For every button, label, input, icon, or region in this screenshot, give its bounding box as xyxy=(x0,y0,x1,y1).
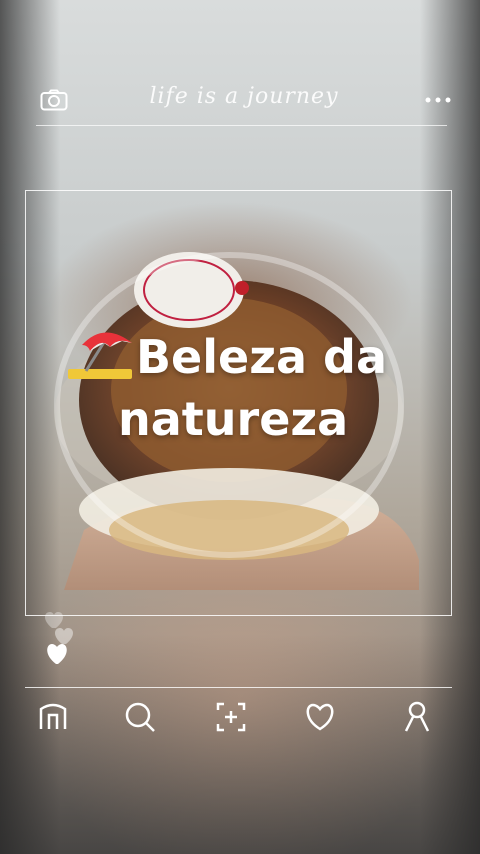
post-title-line2: natureza xyxy=(118,392,349,446)
bottom-nav-divider xyxy=(25,687,452,688)
search-icon[interactable] xyxy=(120,697,160,737)
top-bar: life is a journey xyxy=(36,78,452,126)
heart-filled-icon xyxy=(47,644,67,664)
heart-outline-icon xyxy=(45,612,63,628)
home-icon[interactable] xyxy=(33,697,73,737)
likes-icon[interactable] xyxy=(300,697,340,737)
add-post-icon[interactable] xyxy=(211,697,251,737)
heart-outline-icon xyxy=(55,628,73,644)
brand-text: life is a journey xyxy=(149,84,339,109)
top-divider xyxy=(36,125,447,126)
post-title-line1: Beleza da xyxy=(136,330,388,384)
profile-icon[interactable] xyxy=(397,697,437,737)
bottom-nav xyxy=(30,697,450,737)
more-dots-icon[interactable] xyxy=(424,90,452,110)
post-title: Beleza da natureza xyxy=(66,325,446,450)
floating-hearts xyxy=(45,612,73,664)
beach-umbrella-icon xyxy=(68,332,132,379)
